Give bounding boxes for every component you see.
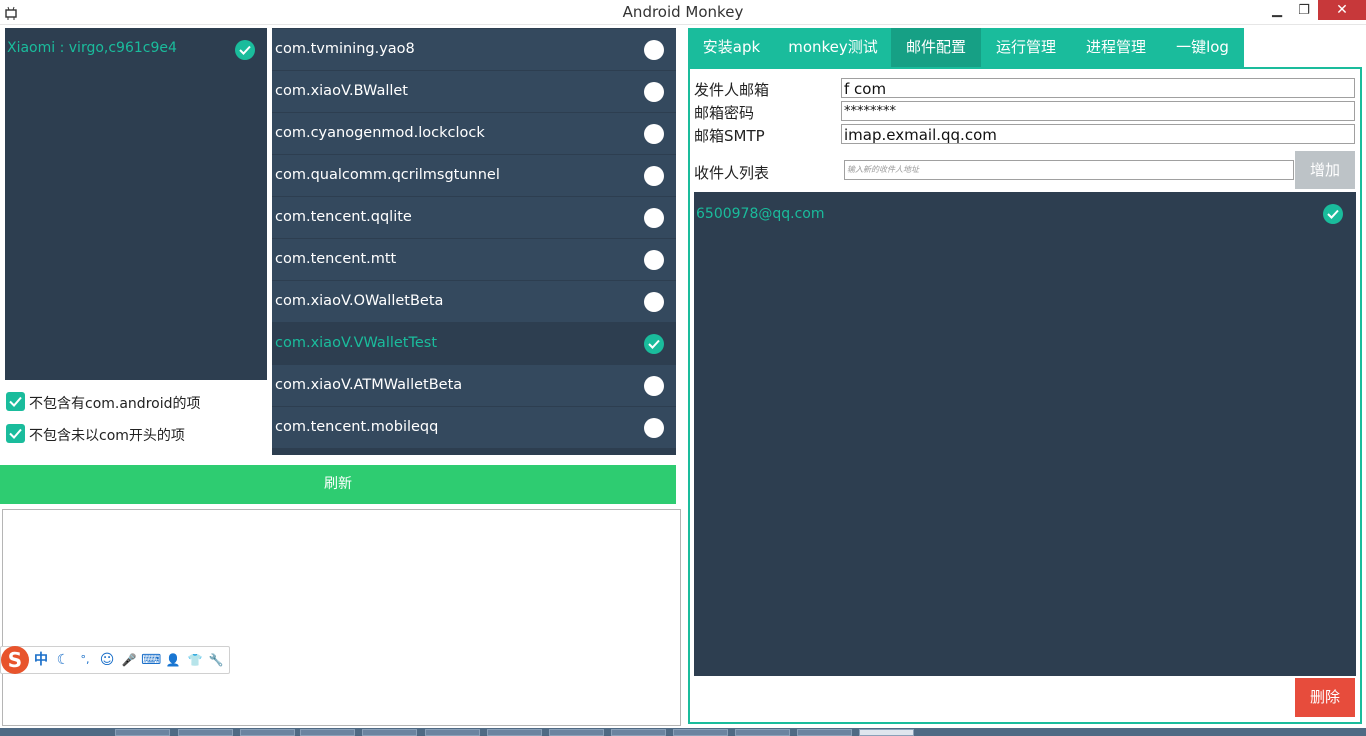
package-label: com.cyanogenmod.lockclock: [275, 125, 485, 141]
emoji-icon[interactable]: ☺: [97, 650, 117, 670]
radio-circle-icon[interactable]: [644, 82, 664, 102]
taskbar-item[interactable]: [735, 729, 790, 736]
chinese-mode-icon[interactable]: 中: [31, 650, 51, 670]
microphone-icon[interactable]: 🎤: [119, 650, 139, 670]
tab-mail-config[interactable]: 邮件配置: [891, 28, 981, 67]
device-list: Xiaomi : virgo,c961c9e4: [5, 28, 267, 380]
exclude-android-label: 不包含有com.android的项: [29, 396, 201, 412]
package-label: com.tencent.qqlite: [275, 209, 412, 225]
device-label: Xiaomi : virgo,c961c9e4: [7, 40, 177, 56]
package-row[interactable]: com.tencent.qqlite: [272, 197, 676, 238]
tab-process-management[interactable]: 进程管理: [1071, 28, 1161, 67]
recipient-list: 6500978@qq.com: [694, 192, 1356, 676]
ime-toolbar: S 中 ☾ °, ☺ 🎤 ⌨ 👤 👕 🔧: [0, 646, 230, 674]
close-button[interactable]: ✕: [1318, 0, 1366, 20]
password-label: 邮箱密码: [694, 104, 755, 122]
package-label: com.tvmining.yao8: [275, 41, 415, 57]
package-label: com.xiaoV.OWalletBeta: [275, 293, 444, 309]
taskbar-item[interactable]: [549, 729, 604, 736]
sender-email-field[interactable]: f com: [841, 78, 1355, 98]
radio-circle-icon[interactable]: [644, 250, 664, 270]
package-list: com.tvmining.yao8 com.xiaoV.BWallet com.…: [272, 28, 676, 455]
taskbar-item[interactable]: [240, 729, 295, 736]
log-output-area[interactable]: [2, 509, 681, 726]
recipient-input[interactable]: 输入新的收件人地址: [844, 160, 1294, 180]
tab-bar: 安装apk monkey测试 邮件配置 运行管理 进程管理 一键log: [688, 28, 1244, 67]
taskbar-item[interactable]: [611, 729, 666, 736]
package-row[interactable]: com.tencent.mobileqq: [272, 407, 676, 448]
package-label: com.xiaoV.ATMWalletBeta: [275, 377, 463, 393]
radio-circle-icon[interactable]: [644, 40, 664, 60]
package-row[interactable]: com.cyanogenmod.lockclock: [272, 113, 676, 154]
add-recipient-button[interactable]: 增加: [1295, 151, 1355, 189]
user-icon[interactable]: 👤: [163, 650, 183, 670]
settings-wrench-icon[interactable]: 🔧: [206, 650, 226, 670]
package-row[interactable]: com.xiaoV.ATMWalletBeta: [272, 365, 676, 406]
package-row[interactable]: com.tvmining.yao8: [272, 29, 676, 70]
exclude-non-com-checkbox[interactable]: [6, 424, 25, 443]
window-title: Android Monkey: [622, 3, 744, 21]
taskbar-item[interactable]: [362, 729, 417, 736]
restore-button[interactable]: ❐: [1291, 0, 1317, 22]
radio-circle-icon[interactable]: [644, 208, 664, 228]
password-field[interactable]: ********: [841, 101, 1355, 121]
tab-monkey-test[interactable]: monkey测试: [775, 28, 891, 67]
skin-icon[interactable]: 👕: [185, 650, 205, 670]
minimize-button[interactable]: ▁: [1264, 0, 1290, 22]
radio-circle-icon[interactable]: [644, 124, 664, 144]
smtp-field[interactable]: imap.exmail.qq.com: [841, 124, 1355, 144]
package-label: com.tencent.mobileqq: [275, 419, 439, 435]
recipient-label: 6500978@qq.com: [696, 206, 825, 222]
sogou-logo-icon[interactable]: S: [1, 646, 29, 674]
delete-recipient-button[interactable]: 删除: [1295, 678, 1355, 717]
recipient-item[interactable]: 6500978@qq.com: [694, 192, 1356, 236]
check-icon[interactable]: [644, 334, 664, 354]
taskbar-item[interactable]: [300, 729, 355, 736]
package-row[interactable]: com.xiaoV.BWallet: [272, 71, 676, 112]
package-label: com.tencent.mtt: [275, 251, 397, 267]
title-bar: Android Monkey ▁ ❐ ✕: [0, 0, 1366, 25]
check-icon[interactable]: [235, 40, 255, 60]
keyboard-icon[interactable]: ⌨: [141, 650, 161, 670]
taskbar-item[interactable]: [487, 729, 542, 736]
device-item[interactable]: Xiaomi : virgo,c961c9e4: [5, 28, 267, 70]
exclude-android-checkbox[interactable]: [6, 392, 25, 411]
sender-label: 发件人邮箱: [694, 81, 770, 99]
package-label: com.qualcomm.qcrilmsgtunnel: [275, 167, 500, 183]
package-row[interactable]: com.xiaoV.OWalletBeta: [272, 281, 676, 322]
package-label: com.xiaoV.BWallet: [275, 83, 408, 99]
smtp-label: 邮箱SMTP: [694, 127, 765, 145]
package-label: com.xiaoV.VWalletTest: [275, 335, 438, 351]
radio-circle-icon[interactable]: [644, 418, 664, 438]
tab-one-click-log[interactable]: 一键log: [1161, 28, 1244, 67]
radio-circle-icon[interactable]: [644, 166, 664, 186]
taskbar-item[interactable]: [178, 729, 233, 736]
taskbar-item[interactable]: [797, 729, 852, 736]
recipients-label: 收件人列表: [694, 164, 770, 182]
taskbar-item[interactable]: [425, 729, 480, 736]
refresh-button[interactable]: 刷新: [0, 465, 676, 504]
punctuation-icon[interactable]: °,: [75, 650, 95, 670]
tab-install-apk[interactable]: 安装apk: [688, 28, 775, 67]
tab-run-management[interactable]: 运行管理: [981, 28, 1071, 67]
taskbar-item[interactable]: [115, 729, 170, 736]
check-icon[interactable]: [1323, 204, 1343, 224]
package-row[interactable]: com.tencent.mtt: [272, 239, 676, 280]
package-row[interactable]: com.qualcomm.qcrilmsgtunnel: [272, 155, 676, 196]
taskbar-item-active[interactable]: [859, 729, 914, 736]
exclude-non-com-label: 不包含未以com开头的项: [29, 428, 185, 444]
package-row-selected[interactable]: com.xiaoV.VWalletTest: [272, 323, 676, 364]
radio-circle-icon[interactable]: [644, 376, 664, 396]
half-width-icon[interactable]: ☾: [53, 650, 73, 670]
taskbar-item[interactable]: [673, 729, 728, 736]
radio-circle-icon[interactable]: [644, 292, 664, 312]
